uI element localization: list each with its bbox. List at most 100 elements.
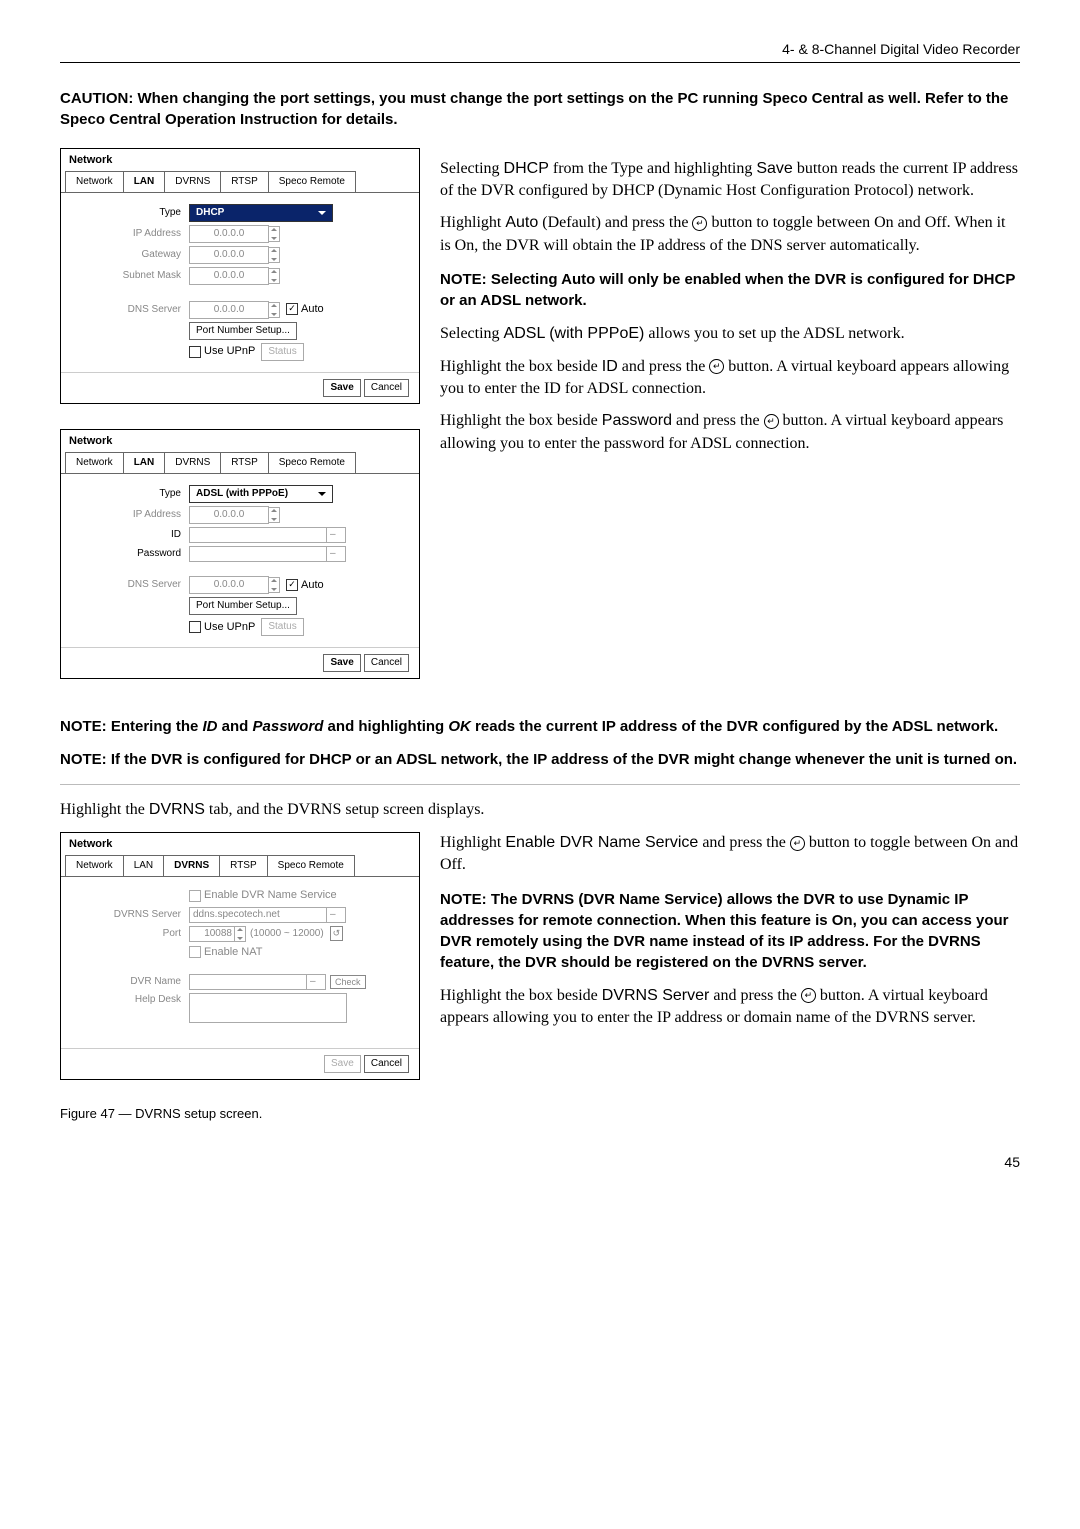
tab-lan[interactable]: LAN: [123, 452, 166, 473]
note: NOTE: Entering the ID and Password and h…: [60, 716, 1020, 737]
tab-rtsp[interactable]: RTSP: [220, 452, 269, 473]
tab-lan[interactable]: LAN: [123, 171, 166, 192]
id-input[interactable]: [189, 527, 327, 543]
auto-checkbox[interactable]: ✓: [286, 303, 298, 315]
cancel-button[interactable]: Cancel: [364, 379, 409, 397]
enter-icon: ↵: [709, 359, 724, 374]
dvr-name-input[interactable]: [189, 974, 307, 990]
subnet-input[interactable]: 0.0.0.0: [189, 267, 269, 285]
paragraph: Highlight the box beside Password and pr…: [440, 410, 1020, 455]
spinner-icon[interactable]: [268, 577, 280, 593]
spinner-icon[interactable]: [268, 247, 280, 263]
dns-input[interactable]: 0.0.0.0: [189, 576, 269, 594]
port-number-setup-button[interactable]: Port Number Setup...: [189, 597, 297, 615]
dialog-title: Network: [61, 430, 419, 449]
paragraph: Highlight the box beside DVRNS Server an…: [440, 985, 1020, 1030]
save-button[interactable]: Save: [323, 654, 360, 672]
tab-speco-remote[interactable]: Speco Remote: [268, 452, 356, 473]
tab-rtsp[interactable]: RTSP: [220, 171, 269, 192]
caution-note: CAUTION: When changing the port settings…: [60, 88, 1020, 130]
divider: [60, 784, 1020, 785]
tab-network[interactable]: Network: [65, 452, 124, 473]
type-select[interactable]: DHCP: [189, 204, 333, 222]
type-label: Type: [71, 487, 189, 501]
dvrns-server-input[interactable]: ddns.specotech.net: [189, 907, 327, 923]
dns-label: DNS Server: [71, 578, 189, 592]
port-range: (10000 ~ 12000): [250, 927, 324, 941]
cancel-button[interactable]: Cancel: [364, 1055, 409, 1073]
refresh-icon[interactable]: ↺: [330, 926, 344, 941]
cancel-button[interactable]: Cancel: [364, 654, 409, 672]
tab-speco-remote[interactable]: Speco Remote: [267, 855, 355, 876]
enter-icon: ↵: [790, 836, 805, 851]
port-input[interactable]: 10088: [189, 926, 235, 942]
help-desk-label: Help Desk: [71, 993, 189, 1007]
ip-address-input[interactable]: 0.0.0.0: [189, 506, 269, 524]
paragraph: Highlight Enable DVR Name Service and pr…: [440, 832, 1020, 877]
password-input[interactable]: [189, 546, 327, 562]
network-dialog-adsl: Network Network LAN DVRNS RTSP Speco Rem…: [60, 429, 420, 679]
tab-speco-remote[interactable]: Speco Remote: [268, 171, 356, 192]
ip-address-label: IP Address: [71, 508, 189, 522]
id-edit-button[interactable]: –: [326, 527, 346, 543]
spinner-icon[interactable]: [268, 507, 280, 523]
figure-caption: Figure 47 — DVRNS setup screen.: [60, 1105, 420, 1123]
spinner-icon[interactable]: [234, 926, 246, 942]
save-button[interactable]: Save: [323, 379, 360, 397]
spinner-icon[interactable]: [268, 226, 280, 242]
check-button[interactable]: Check: [330, 975, 366, 990]
auto-label: Auto: [301, 579, 324, 591]
network-dialog-dhcp: Network Network LAN DVRNS RTSP Speco Rem…: [60, 148, 420, 404]
page-header: 4- & 8-Channel Digital Video Recorder: [60, 40, 1020, 63]
dialog-title: Network: [61, 833, 419, 852]
password-label: Password: [71, 547, 189, 561]
auto-checkbox[interactable]: ✓: [286, 579, 298, 591]
upnp-label: Use UPnP: [204, 620, 255, 635]
type-value: ADSL (with PPPoE): [196, 487, 288, 501]
save-button[interactable]: Save: [324, 1055, 361, 1073]
enable-service-label: Enable DVR Name Service: [204, 888, 337, 903]
status-button[interactable]: Status: [261, 618, 303, 636]
dns-label: DNS Server: [71, 303, 189, 317]
note: NOTE: Selecting Auto will only be enable…: [440, 269, 1020, 311]
dialog-title: Network: [61, 149, 419, 168]
tab-rtsp[interactable]: RTSP: [219, 855, 268, 876]
paragraph: Highlight Auto (Default) and press the ↵…: [440, 212, 1020, 257]
enter-icon: ↵: [801, 988, 816, 1003]
upnp-checkbox[interactable]: [189, 621, 201, 633]
tab-dvrns[interactable]: DVRNS: [164, 452, 221, 473]
id-label: ID: [71, 528, 189, 542]
dvr-name-label: DVR Name: [71, 975, 189, 989]
tab-network[interactable]: Network: [65, 855, 124, 876]
gateway-input[interactable]: 0.0.0.0: [189, 246, 269, 264]
status-button[interactable]: Status: [261, 343, 303, 361]
port-label: Port: [71, 927, 189, 941]
tab-lan[interactable]: LAN: [123, 855, 164, 876]
dropdown-arrow-icon: [318, 492, 326, 496]
subnet-label: Subnet Mask: [71, 269, 189, 283]
type-value: DHCP: [196, 206, 224, 220]
port-number-setup-button[interactable]: Port Number Setup...: [189, 322, 297, 340]
tab-dvrns[interactable]: DVRNS: [164, 171, 221, 192]
server-edit-button[interactable]: –: [326, 907, 346, 923]
paragraph: Highlight the DVRNS tab, and the DVRNS s…: [60, 799, 1020, 821]
name-edit-button[interactable]: –: [306, 974, 326, 990]
network-dialog-dvrns: Network Network LAN DVRNS RTSP Speco Rem…: [60, 832, 420, 1080]
enable-nat-checkbox[interactable]: [189, 946, 201, 958]
password-edit-button[interactable]: –: [326, 546, 346, 562]
type-label: Type: [71, 206, 189, 220]
type-select[interactable]: ADSL (with PPPoE): [189, 485, 333, 503]
ip-address-label: IP Address: [71, 227, 189, 241]
help-desk-display: [189, 993, 347, 1023]
ip-address-input[interactable]: 0.0.0.0: [189, 225, 269, 243]
paragraph: Selecting ADSL (with PPPoE) allows you t…: [440, 323, 1020, 345]
enable-service-checkbox[interactable]: [189, 890, 201, 902]
tab-dvrns[interactable]: DVRNS: [163, 855, 220, 876]
spinner-icon[interactable]: [268, 302, 280, 318]
spinner-icon[interactable]: [268, 268, 280, 284]
upnp-checkbox[interactable]: [189, 346, 201, 358]
page-number: 45: [60, 1153, 1020, 1173]
dns-input[interactable]: 0.0.0.0: [189, 301, 269, 319]
tab-network[interactable]: Network: [65, 171, 124, 192]
note: NOTE: If the DVR is configured for DHCP …: [60, 749, 1020, 770]
